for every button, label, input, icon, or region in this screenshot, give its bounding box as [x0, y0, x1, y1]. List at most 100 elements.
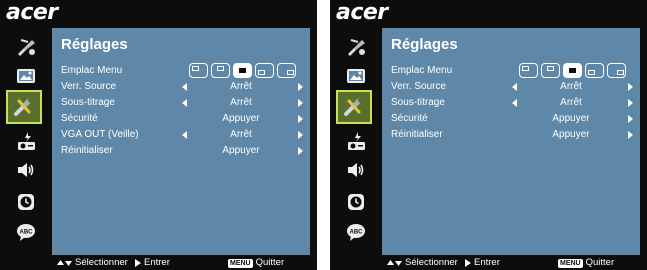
left-arrow-icon[interactable]: [182, 83, 187, 91]
footer-quit-label: Quitter: [255, 257, 285, 268]
menu-row-label: Réinitialiser: [391, 129, 443, 140]
menu-position-option[interactable]: [233, 63, 252, 78]
sidebar-item-abc[interactable]: ABC: [341, 218, 371, 246]
clock-icon: [348, 194, 364, 210]
sidebar-item-clock[interactable]: [341, 188, 371, 216]
footer-select-label: Sélectionner: [75, 257, 128, 268]
menu-row-value: Appuyer: [552, 129, 590, 140]
right-arrow-icon[interactable]: [628, 99, 633, 107]
osd-footer: Sélectionner Entrer MENU Quitter: [52, 256, 317, 270]
position-marker: [239, 68, 246, 73]
sidebar-item-projector[interactable]: [11, 127, 41, 155]
menu-row[interactable]: Réinitialiser Appuyer: [391, 127, 636, 143]
wrench-icon: [14, 97, 34, 116]
position-marker: [588, 70, 595, 75]
menu-row[interactable]: Sécurité Appuyer: [61, 111, 306, 127]
right-arrow-icon[interactable]: [298, 131, 303, 139]
menu-row-value: Arrêt: [560, 81, 582, 92]
sidebar-item-speaker[interactable]: [341, 156, 371, 184]
sidebar-item-wrench[interactable]: [6, 90, 42, 124]
footer-select: Sélectionner: [387, 256, 458, 270]
up-down-arrows-icon: [387, 260, 402, 266]
right-arrow-icon[interactable]: [298, 99, 303, 107]
panel-title: Réglages: [61, 36, 128, 53]
menu-key-icon: MENU: [558, 258, 583, 268]
footer-enter: Entrer: [135, 256, 170, 270]
menu-row-value: Appuyer: [552, 113, 590, 124]
sidebar-item-brush[interactable]: [341, 33, 371, 61]
sidebar-item-wrench[interactable]: [336, 90, 372, 124]
osd-footer: Sélectionner Entrer MENU Quitter: [382, 256, 647, 270]
projector-icon: [348, 132, 365, 150]
footer-enter-label: Entrer: [144, 257, 170, 268]
menu-row-value: Arrêt: [560, 97, 582, 108]
right-arrow-icon: [135, 259, 141, 267]
footer-enter: Entrer: [465, 256, 500, 270]
abc-icon: ABC: [347, 224, 365, 241]
left-arrow-icon[interactable]: [512, 83, 517, 91]
picture-icon: [17, 69, 35, 83]
menu-position-option[interactable]: [211, 63, 230, 78]
right-arrow-icon[interactable]: [298, 115, 303, 123]
menu-position-option[interactable]: [541, 63, 560, 78]
sidebar-item-picture[interactable]: [341, 62, 371, 90]
menu-row-label: Sous-titrage: [61, 97, 115, 108]
right-arrow-icon[interactable]: [628, 83, 633, 91]
menu-row-value: Arrêt: [230, 129, 252, 140]
sidebar-item-brush[interactable]: [11, 33, 41, 61]
sidebar-item-projector[interactable]: [341, 127, 371, 155]
right-arrow-icon: [465, 259, 471, 267]
abc-icon: ABC: [17, 224, 35, 241]
position-marker: [547, 66, 554, 71]
menu-position-option[interactable]: [277, 63, 296, 78]
menu-row-value: Arrêt: [230, 97, 252, 108]
menu-row-label: Emplac Menu: [391, 65, 453, 76]
menu-position-option[interactable]: [189, 63, 208, 78]
speaker-icon: [18, 163, 34, 177]
menu-position-option[interactable]: [607, 63, 626, 78]
sidebar-item-clock[interactable]: [11, 188, 41, 216]
osd-screen-right: acer ABC Réglages Emplac Menu Verr. Sourc…: [330, 0, 647, 270]
menu-row[interactable]: Réinitialiser Appuyer: [61, 143, 306, 159]
menu-row[interactable]: Verr. Source Arrêt: [61, 79, 306, 95]
menu-row-value: Appuyer: [222, 113, 260, 124]
menu-row[interactable]: Emplac Menu: [61, 63, 306, 79]
osd-sidebar: ABC: [0, 26, 52, 256]
menu-row-label: Verr. Source: [391, 81, 447, 92]
menu-position-option[interactable]: [585, 63, 604, 78]
menu-row[interactable]: Sous-titrage Arrêt: [61, 95, 306, 111]
menu-row-label: Sécurité: [61, 113, 98, 124]
menu-position-option[interactable]: [255, 63, 274, 78]
osd-screen-left: acer ABC Réglages Emplac Menu Verr. Sourc…: [0, 0, 317, 270]
sidebar-item-picture[interactable]: [11, 62, 41, 90]
right-arrow-icon[interactable]: [628, 131, 633, 139]
menu-row[interactable]: VGA OUT (Veille) Arrêt: [61, 127, 306, 143]
menu-position-option[interactable]: [563, 63, 582, 78]
menu-row[interactable]: Verr. Source Arrêt: [391, 79, 636, 95]
menu-row[interactable]: Sécurité Appuyer: [391, 111, 636, 127]
right-arrow-icon[interactable]: [628, 115, 633, 123]
menu-row[interactable]: Emplac Menu: [391, 63, 636, 79]
menu-row-label: Réinitialiser: [61, 145, 113, 156]
right-arrow-icon[interactable]: [298, 83, 303, 91]
position-marker: [522, 66, 529, 71]
left-arrow-icon[interactable]: [182, 131, 187, 139]
up-down-arrows-icon: [57, 260, 72, 266]
projector-icon: [18, 132, 35, 150]
menu-position-option[interactable]: [519, 63, 538, 78]
menu-row-label: Emplac Menu: [61, 65, 123, 76]
menu-row-label: Sécurité: [391, 113, 428, 124]
right-arrow-icon[interactable]: [298, 147, 303, 155]
sidebar-item-speaker[interactable]: [11, 156, 41, 184]
left-arrow-icon[interactable]: [182, 99, 187, 107]
clock-icon: [18, 194, 34, 210]
footer-select: Sélectionner: [57, 256, 128, 270]
position-marker: [192, 66, 199, 71]
menu-row[interactable]: Sous-titrage Arrêt: [391, 95, 636, 111]
position-marker: [287, 70, 294, 75]
panel-title: Réglages: [391, 36, 458, 53]
sidebar-item-abc[interactable]: ABC: [11, 218, 41, 246]
left-arrow-icon[interactable]: [512, 99, 517, 107]
brush-icon: [18, 39, 35, 56]
svg-text:ABC: ABC: [20, 230, 34, 236]
